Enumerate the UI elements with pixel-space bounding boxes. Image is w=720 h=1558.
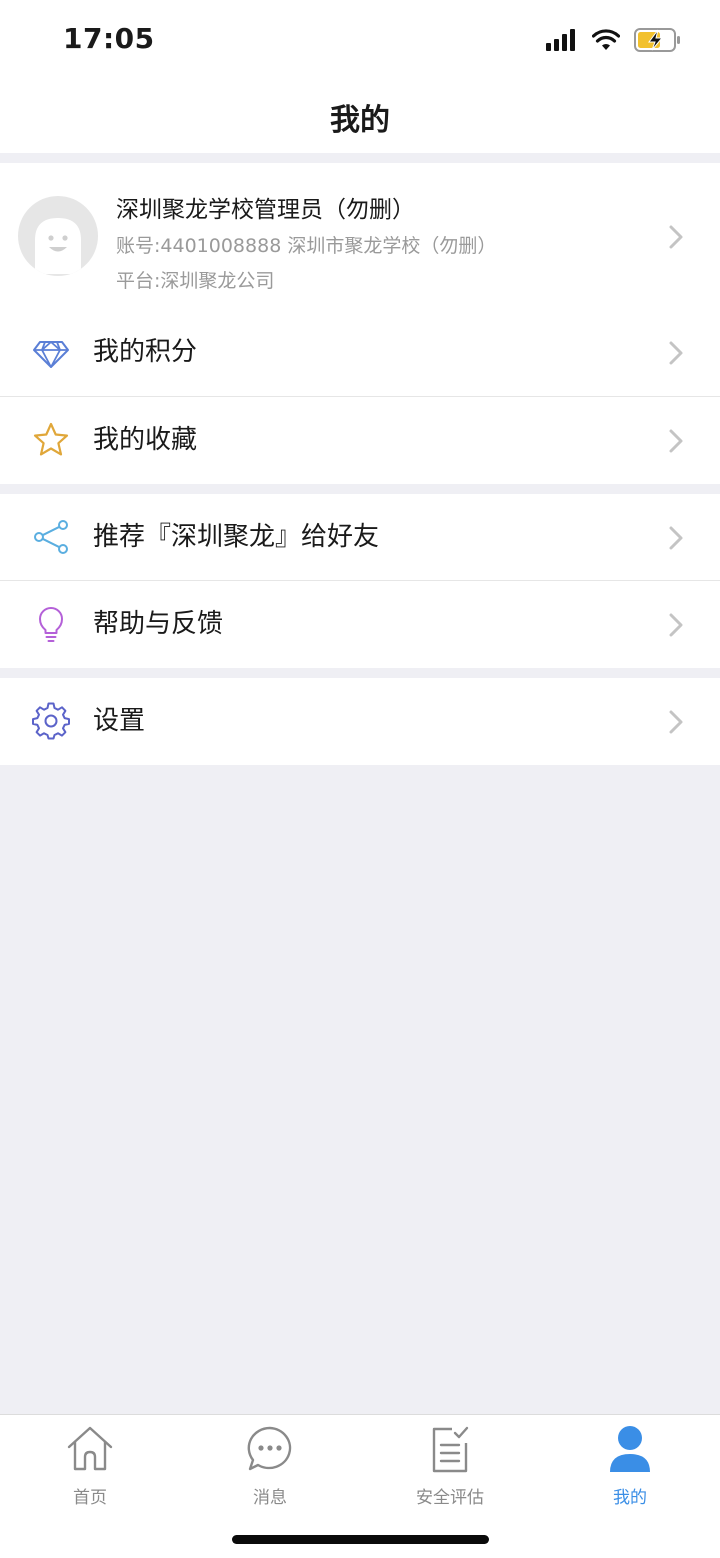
chevron-right-icon: [669, 429, 683, 453]
signal-icon: [546, 29, 575, 51]
avatar: [18, 196, 98, 276]
menu-item-points[interactable]: 我的积分: [0, 309, 720, 396]
tab-mine[interactable]: 我的: [540, 1423, 720, 1513]
tab-label-home: 首页: [73, 1488, 107, 1508]
home-indicator[interactable]: [232, 1535, 489, 1544]
page-title: 我的: [330, 102, 390, 138]
tab-label-mine: 我的: [613, 1488, 647, 1508]
tab-messages[interactable]: 消息: [180, 1423, 360, 1513]
chevron-right-icon: [669, 613, 683, 637]
chevron-right-icon: [669, 710, 683, 734]
menu-item-help[interactable]: 帮助与反馈: [0, 581, 720, 668]
profile-account: 账号:4401008888 深圳市聚龙学校（勿删）: [116, 235, 497, 257]
battery-charging-icon: [634, 28, 680, 52]
menu-label-points: 我的积分: [93, 337, 198, 367]
status-bar: 17:05: [0, 0, 720, 80]
chevron-right-icon: [669, 341, 683, 365]
menu-item-settings[interactable]: 设置: [0, 678, 720, 765]
menu-label-recommend: 推荐『深圳聚龙』给好友: [93, 522, 380, 552]
menu-item-recommend[interactable]: 推荐『深圳聚龙』给好友: [0, 494, 720, 581]
nav-bar: 我的: [0, 80, 720, 153]
wifi-icon: [592, 29, 620, 50]
chevron-right-icon: [669, 225, 683, 249]
my-page-screen: 17:05 我的 深圳聚龙学校管理员（勿删） 账号:4401008888 深圳市…: [0, 0, 720, 1558]
tab-home[interactable]: 首页: [0, 1423, 180, 1513]
person-icon: [610, 1426, 650, 1472]
star-icon: [33, 422, 69, 456]
profile-platform: 平台:深圳聚龙公司: [116, 270, 275, 292]
share-icon: [34, 520, 68, 554]
home-icon: [67, 1426, 113, 1471]
status-icons: [546, 26, 682, 54]
diamond-icon: [33, 341, 69, 368]
status-time: 17:05: [63, 22, 155, 55]
profile-name: 深圳聚龙学校管理员（勿删）: [116, 197, 415, 223]
tab-label-safety: 安全评估: [416, 1488, 484, 1508]
tab-safety-assessment[interactable]: 安全评估: [360, 1423, 540, 1513]
menu-label-favorites: 我的收藏: [93, 425, 198, 455]
profile-card[interactable]: 深圳聚龙学校管理员（勿删） 账号:4401008888 深圳市聚龙学校（勿删） …: [0, 163, 720, 309]
gear-icon: [32, 702, 70, 740]
message-bubble-icon: [247, 1426, 292, 1471]
menu-label-help: 帮助与反馈: [93, 609, 224, 639]
checklist-document-icon: [432, 1426, 469, 1473]
tab-label-messages: 消息: [253, 1488, 287, 1508]
chevron-right-icon: [669, 526, 683, 550]
lightbulb-icon: [39, 607, 63, 642]
menu-item-favorites[interactable]: 我的收藏: [0, 397, 720, 484]
default-avatar-icon: [35, 218, 81, 274]
menu-label-settings: 设置: [93, 706, 146, 736]
